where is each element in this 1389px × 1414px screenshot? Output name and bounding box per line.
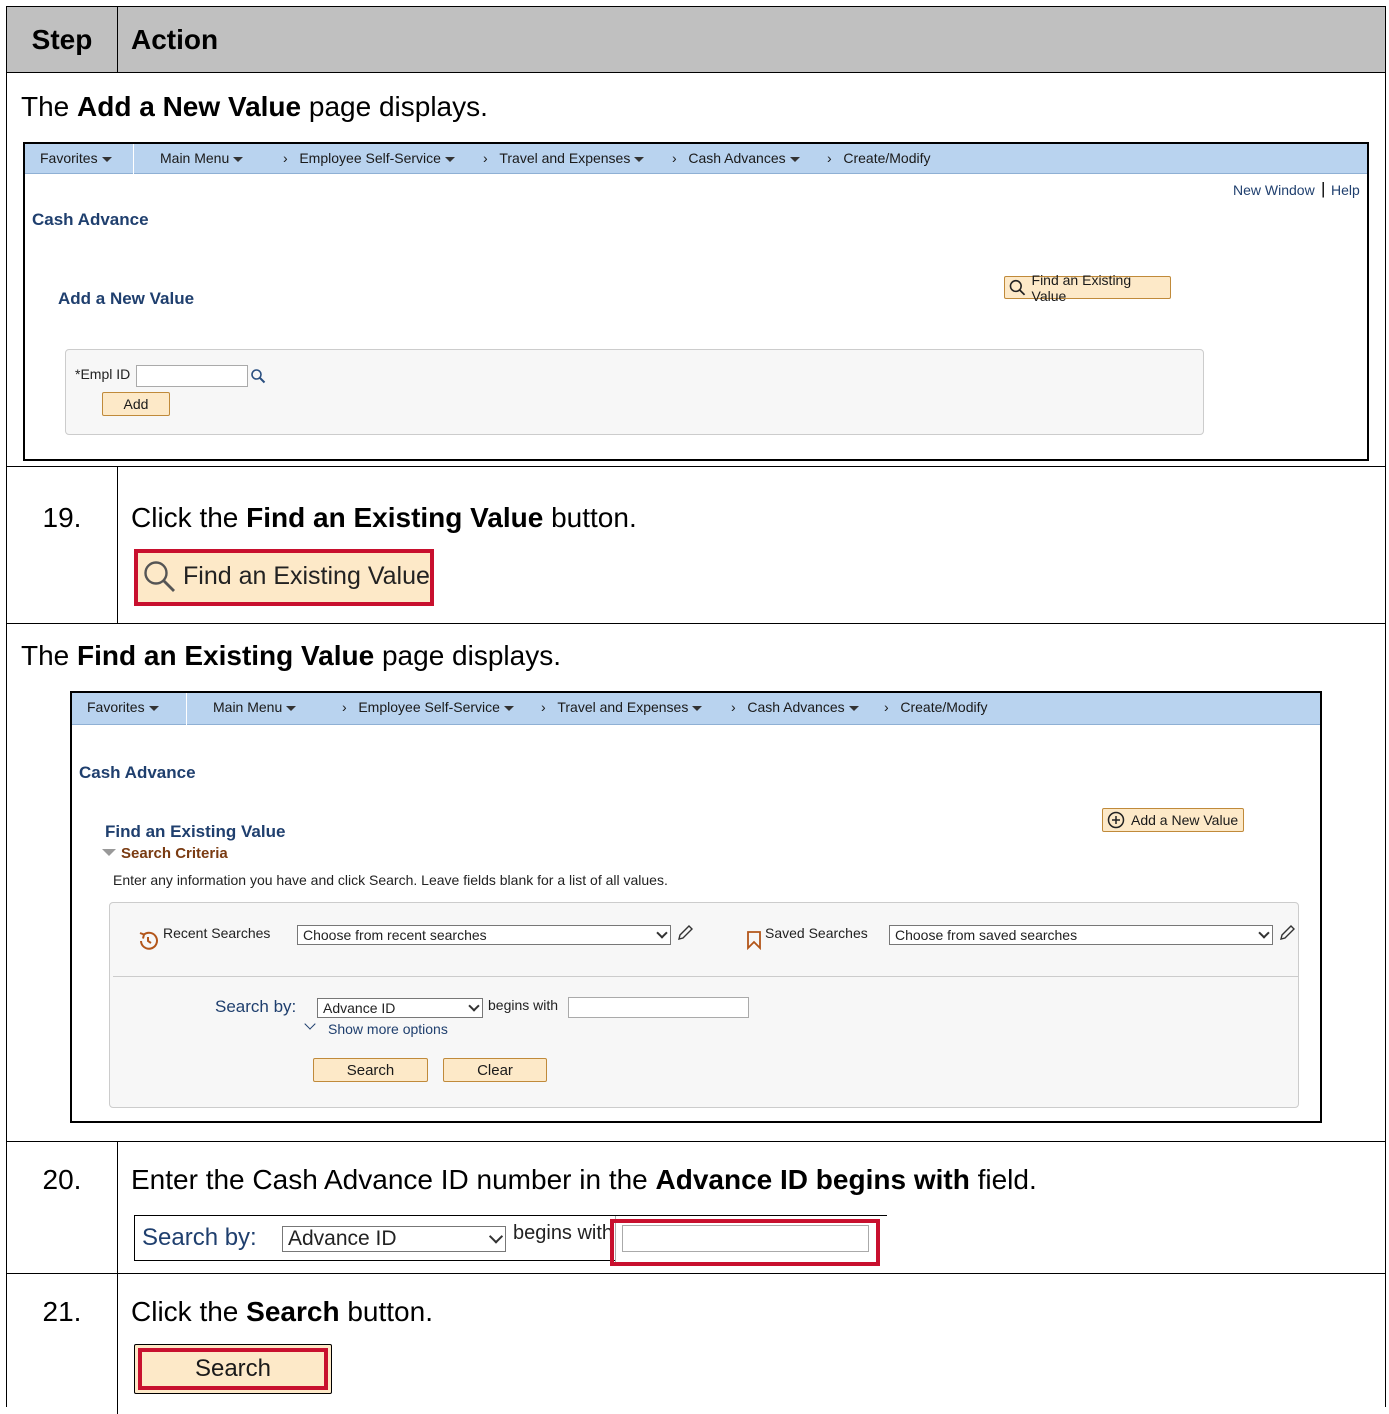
find-intro-text: The Find an Existing Value page displays…	[21, 640, 561, 671]
add-page-block: The Add a New Value page displays. Favor…	[7, 73, 1385, 467]
highlight-box	[138, 1348, 328, 1390]
nav-ess[interactable]: › Employee Self-Service	[342, 699, 514, 715]
search-panel: Recent Searches Choose from recent searc…	[109, 902, 1299, 1108]
header-step: Step	[7, 7, 118, 73]
search-criteria-heading[interactable]: Search Criteria	[121, 845, 228, 862]
find-existing-value-button[interactable]: Find an Existing Value	[1004, 272, 1171, 304]
step-text: Click the Search button.	[131, 1296, 433, 1327]
highlight-box	[610, 1219, 880, 1266]
chevron-down-icon	[304, 1018, 316, 1030]
step-text: Enter the Cash Advance ID number in the …	[131, 1164, 1037, 1195]
table-header: Step Action	[7, 7, 1385, 73]
step-number: 21.	[7, 1274, 118, 1414]
edit-pencil-icon[interactable]	[1278, 924, 1296, 942]
divider	[113, 976, 1298, 977]
search-button[interactable]: Search	[313, 1058, 428, 1082]
step-number: 20.	[7, 1142, 118, 1273]
nav-create[interactable]: › Create/Modify	[827, 150, 931, 166]
empl-id-label: *Empl ID	[75, 366, 131, 382]
nav-bar: Favorites Main Menu › Employee Self-Serv…	[25, 144, 1367, 174]
collapse-triangle-icon[interactable]	[102, 849, 116, 856]
step-20: 20. Enter the Cash Advance ID number in …	[7, 1142, 1385, 1274]
add-value-screenshot: Favorites Main Menu › Employee Self-Serv…	[23, 142, 1369, 461]
advance-id-input[interactable]	[568, 997, 749, 1018]
show-more-options-link[interactable]: Show more options	[328, 1021, 448, 1037]
recent-searches-select[interactable]: Choose from recent searches	[297, 925, 671, 945]
nav-create[interactable]: › Create/Modify	[884, 699, 988, 715]
clear-button[interactable]: Clear	[443, 1058, 547, 1082]
nav-favorites[interactable]: Favorites	[87, 699, 159, 715]
recent-searches-label: Recent Searches	[163, 925, 271, 941]
nav-travel[interactable]: › Travel and Expenses	[541, 699, 703, 715]
nav-travel[interactable]: › Travel and Expenses	[483, 150, 645, 166]
instructions-text: Enter any information you have and click…	[113, 872, 668, 888]
history-icon	[139, 931, 158, 950]
nav-main-menu[interactable]: Main Menu	[160, 150, 244, 166]
lookup-icon[interactable]	[250, 368, 266, 384]
step-number: 19.	[7, 467, 118, 623]
add-panel: *Empl ID Add	[65, 349, 1204, 435]
nav-favorites[interactable]: Favorites	[40, 150, 112, 166]
plus-circle-icon	[1107, 811, 1125, 829]
saved-searches-label: Saved Searches	[765, 925, 868, 941]
procedure-table: Step Action The Add a New Value page dis…	[6, 6, 1386, 1414]
begins-with-label: begins with	[488, 997, 559, 1013]
new-window-link[interactable]: New Window	[1233, 182, 1315, 198]
nav-bar: Favorites Main Menu › Employee Self-Serv…	[72, 693, 1320, 725]
nav-main-menu[interactable]: Main Menu	[213, 699, 297, 715]
page-subtitle: Find an Existing Value	[105, 822, 286, 841]
search-by-label: Search by:	[215, 997, 297, 1016]
add-new-value-button[interactable]: Add a New Value	[1102, 808, 1244, 832]
page-title: Cash Advance	[32, 210, 149, 229]
edit-pencil-icon[interactable]	[676, 924, 694, 942]
header-action: Action	[131, 24, 219, 55]
search-by-select[interactable]: Advance ID	[282, 1226, 506, 1252]
saved-searches-select[interactable]: Choose from saved searches	[889, 925, 1273, 945]
empl-id-input[interactable]	[136, 365, 248, 387]
nav-cash-adv[interactable]: › Cash Advances	[672, 150, 800, 166]
search-icon	[1009, 279, 1026, 295]
nav-cash-adv[interactable]: › Cash Advances	[731, 699, 859, 715]
page-title: Cash Advance	[79, 763, 196, 782]
page-subtitle: Add a New Value	[58, 289, 195, 308]
find-page-block: The Find an Existing Value page displays…	[7, 624, 1385, 1142]
highlight-box	[134, 549, 434, 606]
find-value-screenshot: Favorites Main Menu › Employee Self-Serv…	[70, 691, 1322, 1123]
add-button[interactable]: Add	[102, 392, 170, 416]
step-text: Click the Find an Existing Value button.	[131, 502, 637, 533]
bookmark-icon	[747, 931, 761, 950]
step-19: 19. Click the Find an Existing Value but…	[7, 467, 1385, 624]
add-intro-text: The Add a New Value page displays.	[21, 91, 488, 122]
step-21: 21. Click the Search button. Search	[7, 1274, 1385, 1414]
help-link[interactable]: Help	[1331, 182, 1360, 198]
search-by-select[interactable]: Advance ID	[317, 998, 483, 1018]
nav-ess[interactable]: › Employee Self-Service	[283, 150, 455, 166]
